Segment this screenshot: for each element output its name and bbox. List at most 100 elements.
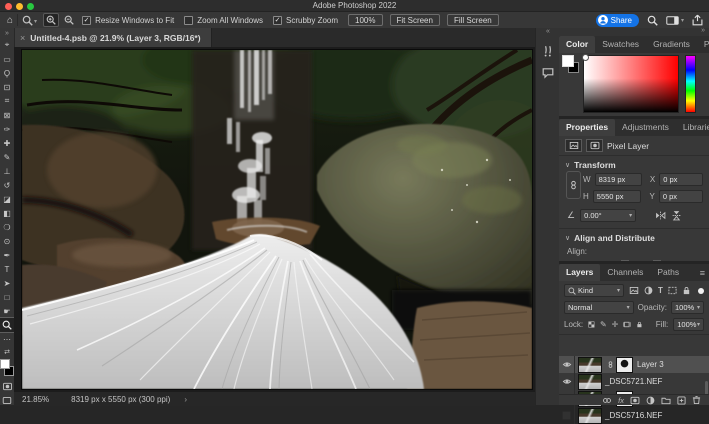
canvas-image[interactable]: [21, 49, 533, 390]
filter-adjustment-layers-icon[interactable]: [644, 286, 653, 295]
height-field[interactable]: 5550 px: [593, 190, 641, 203]
y-field[interactable]: 0 px: [659, 190, 703, 203]
layers-panel-menu-icon[interactable]: ≡: [700, 268, 705, 278]
swap-colors-icon[interactable]: ⇄: [0, 346, 14, 357]
foreground-color-swatch[interactable]: [562, 55, 574, 67]
blur-tool[interactable]: ❍: [0, 220, 14, 234]
crop-tool[interactable]: ⌗: [0, 94, 14, 108]
pen-tool[interactable]: ✒: [0, 248, 14, 262]
filter-type-layers-icon[interactable]: T: [658, 286, 663, 295]
history-brush-tool[interactable]: ↺: [0, 178, 14, 192]
lock-paint-icon[interactable]: ✎: [600, 320, 607, 329]
tab-adjustments[interactable]: Adjustments: [615, 119, 676, 136]
eraser-tool[interactable]: ◪: [0, 192, 14, 206]
brush-settings-panel-button[interactable]: [536, 37, 560, 57]
tab-properties[interactable]: Properties: [559, 119, 615, 136]
align-section-title[interactable]: Align and Distribute: [574, 233, 655, 243]
zoom-100-button[interactable]: 100%: [348, 14, 382, 26]
scrubby-zoom-label[interactable]: Scrubby Zoom: [286, 16, 338, 25]
layer-row[interactable]: Layer 3: [559, 356, 709, 373]
layer-name[interactable]: Layer 3: [637, 360, 664, 369]
flip-vertical-icon[interactable]: [671, 210, 682, 221]
status-options-chevron-icon[interactable]: ›: [184, 395, 187, 404]
healing-brush-tool[interactable]: ✚: [0, 136, 14, 150]
dodge-tool[interactable]: ⊙: [0, 234, 14, 248]
color-fg-bg-swatches[interactable]: [562, 55, 580, 73]
comments-panel-button[interactable]: [536, 57, 560, 79]
move-tool[interactable]: ⌖: [0, 38, 14, 52]
quick-mask-icon[interactable]: [0, 379, 14, 393]
lock-all-icon[interactable]: [636, 320, 643, 329]
foreground-color-swatch[interactable]: [0, 359, 10, 369]
gradient-tool[interactable]: ◧: [0, 206, 14, 220]
flip-horizontal-icon[interactable]: [655, 210, 666, 221]
tab-layers[interactable]: Layers: [559, 264, 600, 281]
type-tool[interactable]: T: [0, 262, 14, 276]
tab-color[interactable]: Color: [559, 36, 595, 53]
visibility-toggle[interactable]: [559, 407, 575, 424]
document-tab[interactable]: × Untitled-4.psb @ 21.9% (Layer 3, RGB/1…: [14, 28, 212, 47]
hue-slider[interactable]: [685, 55, 696, 113]
edit-toolbar-icon[interactable]: ⋯: [0, 332, 14, 346]
color-picker-handle[interactable]: [582, 54, 589, 61]
brush-tool[interactable]: ✎: [0, 150, 14, 164]
adjustment-layer-icon[interactable]: [646, 396, 655, 405]
delete-layer-icon[interactable]: [692, 395, 701, 405]
zoom-all-windows-label[interactable]: Zoom All Windows: [197, 16, 263, 25]
layer-style-icon[interactable]: fx: [618, 396, 624, 405]
filter-shape-layers-icon[interactable]: [668, 286, 677, 295]
filter-smart-objects-icon[interactable]: [682, 286, 691, 295]
export-icon[interactable]: [692, 14, 703, 26]
tab-patterns[interactable]: Patterns: [697, 36, 709, 53]
lasso-tool[interactable]: Ϙ: [0, 66, 14, 80]
tab-libraries[interactable]: Libraries: [676, 119, 709, 136]
toolbar-collapse-icon[interactable]: »: [0, 28, 14, 38]
resize-windows-label[interactable]: Resize Windows to Fit: [95, 16, 174, 25]
close-tab-icon[interactable]: ×: [20, 33, 25, 43]
transform-collapse-icon[interactable]: ∨: [565, 161, 570, 169]
x-field[interactable]: 0 px: [659, 173, 703, 186]
width-field[interactable]: 8319 px: [595, 173, 642, 186]
foreground-background-colors[interactable]: [0, 357, 14, 377]
clone-stamp-tool[interactable]: ⊥: [0, 164, 14, 178]
search-icon[interactable]: [647, 15, 658, 26]
opacity-field[interactable]: 100% ▾: [671, 301, 704, 314]
layer-row[interactable]: _DSC5716.NEF: [559, 407, 709, 424]
layer-filter-dropdown[interactable]: Kind ▾: [564, 284, 624, 297]
zoom-in-button[interactable]: [43, 13, 59, 27]
link-dimensions-toggle[interactable]: [566, 171, 581, 199]
scrubby-zoom-checkbox[interactable]: ✓: [273, 16, 282, 25]
filter-toggle-icon[interactable]: [698, 288, 704, 294]
layer-thumbnail[interactable]: [578, 408, 602, 424]
rotation-chevron-icon[interactable]: ▾: [629, 212, 632, 219]
fill-field[interactable]: 100% ▾: [673, 318, 704, 331]
align-collapse-icon[interactable]: ∨: [565, 234, 570, 242]
layer-name[interactable]: _DSC5721.NEF: [605, 377, 662, 386]
tab-gradients[interactable]: Gradients: [646, 36, 697, 53]
lock-position-icon[interactable]: ✛: [612, 320, 619, 329]
tab-swatches[interactable]: Swatches: [595, 36, 646, 53]
marquee-tool[interactable]: ▭: [0, 52, 14, 66]
layer-thumbnail[interactable]: [578, 357, 602, 373]
zoom-level-field[interactable]: 21.85%: [22, 395, 49, 404]
fit-screen-button[interactable]: Fit Screen: [390, 14, 440, 26]
collapse-dock-icon[interactable]: »: [701, 27, 705, 34]
tab-paths[interactable]: Paths: [650, 264, 686, 281]
tool-preset-chevron-icon[interactable]: ▾: [34, 18, 37, 25]
link-layers-icon[interactable]: [602, 396, 612, 405]
lock-transparent-icon[interactable]: [588, 320, 595, 329]
new-group-icon[interactable]: [661, 396, 671, 405]
object-selection-tool[interactable]: ⊡: [0, 80, 14, 94]
filter-pixel-layers-icon[interactable]: [629, 286, 639, 295]
canvas-pasteboard[interactable]: [14, 47, 535, 391]
visibility-toggle[interactable]: [559, 356, 575, 373]
layer-thumbnail[interactable]: [578, 374, 602, 390]
path-selection-tool[interactable]: ➤: [0, 276, 14, 290]
eyedropper-tool[interactable]: ✑: [0, 122, 14, 136]
tab-channels[interactable]: Channels: [600, 264, 650, 281]
saturation-brightness-field[interactable]: [583, 55, 679, 113]
expand-dock-icon[interactable]: «: [536, 28, 560, 37]
lock-artboard-icon[interactable]: [623, 320, 631, 329]
frame-tool[interactable]: ⊠: [0, 108, 14, 122]
zoom-tool[interactable]: [0, 318, 14, 332]
